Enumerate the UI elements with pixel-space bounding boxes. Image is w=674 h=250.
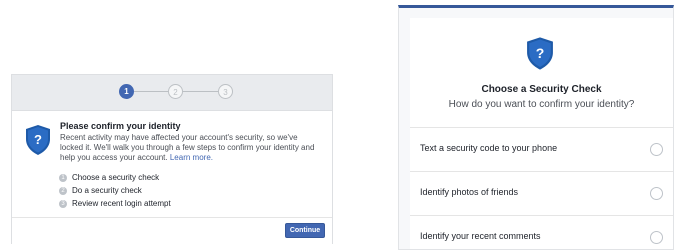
radio-button[interactable]	[650, 143, 663, 156]
step-checklist: 1 Choose a security check 2 Do a securit…	[59, 171, 171, 210]
shield-question-icon: ?	[26, 125, 50, 155]
security-check-panel: ? Choose a Security Check How do you wan…	[398, 5, 674, 250]
checklist-label: Review recent login attempt	[72, 199, 171, 208]
svg-text:?: ?	[34, 132, 42, 147]
checklist-number: 3	[59, 199, 67, 208]
card-description: Recent activity may have affected your a…	[60, 133, 322, 163]
step-connector	[134, 91, 168, 92]
card-title: Please confirm your identity	[60, 121, 181, 131]
security-check-title: Choose a Security Check	[481, 84, 602, 95]
svg-text:?: ?	[536, 45, 545, 61]
continue-button[interactable]: Continue	[285, 223, 325, 238]
security-check-card: ? Choose a Security Check How do you wan…	[410, 18, 673, 249]
option-text-security-code[interactable]: Text a security code to your phone	[410, 128, 673, 172]
option-identify-photos[interactable]: Identify photos of friends	[410, 172, 673, 216]
step-3-indicator: 3	[218, 84, 233, 99]
identity-card: ? Please confirm your identity Recent ac…	[12, 110, 332, 244]
step-1-indicator: 1	[119, 84, 134, 99]
checklist-item: 3 Review recent login attempt	[59, 197, 171, 210]
step-connector	[183, 91, 218, 92]
checklist-number: 2	[59, 186, 67, 195]
shield-question-icon: ?	[527, 37, 553, 70]
radio-button[interactable]	[650, 187, 663, 200]
option-label: Identify photos of friends	[420, 187, 519, 197]
identity-confirmation-panel: 1 2 3 ? Please confirm your identity Rec…	[11, 74, 333, 244]
security-check-subtitle: How do you want to confirm your identity…	[448, 99, 635, 110]
security-check-options: Text a security code to your phone Ident…	[410, 127, 673, 249]
checklist-label: Do a security check	[72, 186, 142, 195]
option-identify-comments[interactable]: Identify your recent comments	[410, 216, 673, 249]
step-progress: 1 2 3	[119, 84, 233, 100]
divider	[12, 217, 332, 218]
checklist-item: 2 Do a security check	[59, 184, 171, 197]
checklist-item: 1 Choose a security check	[59, 171, 171, 184]
checklist-label: Choose a security check	[72, 173, 160, 182]
option-label: Text a security code to your phone	[420, 143, 558, 153]
learn-more-link[interactable]: Learn more.	[170, 153, 213, 162]
option-label: Identify your recent comments	[420, 231, 541, 241]
step-2-indicator: 2	[168, 84, 183, 99]
radio-button[interactable]	[650, 231, 663, 244]
checklist-number: 1	[59, 173, 67, 182]
